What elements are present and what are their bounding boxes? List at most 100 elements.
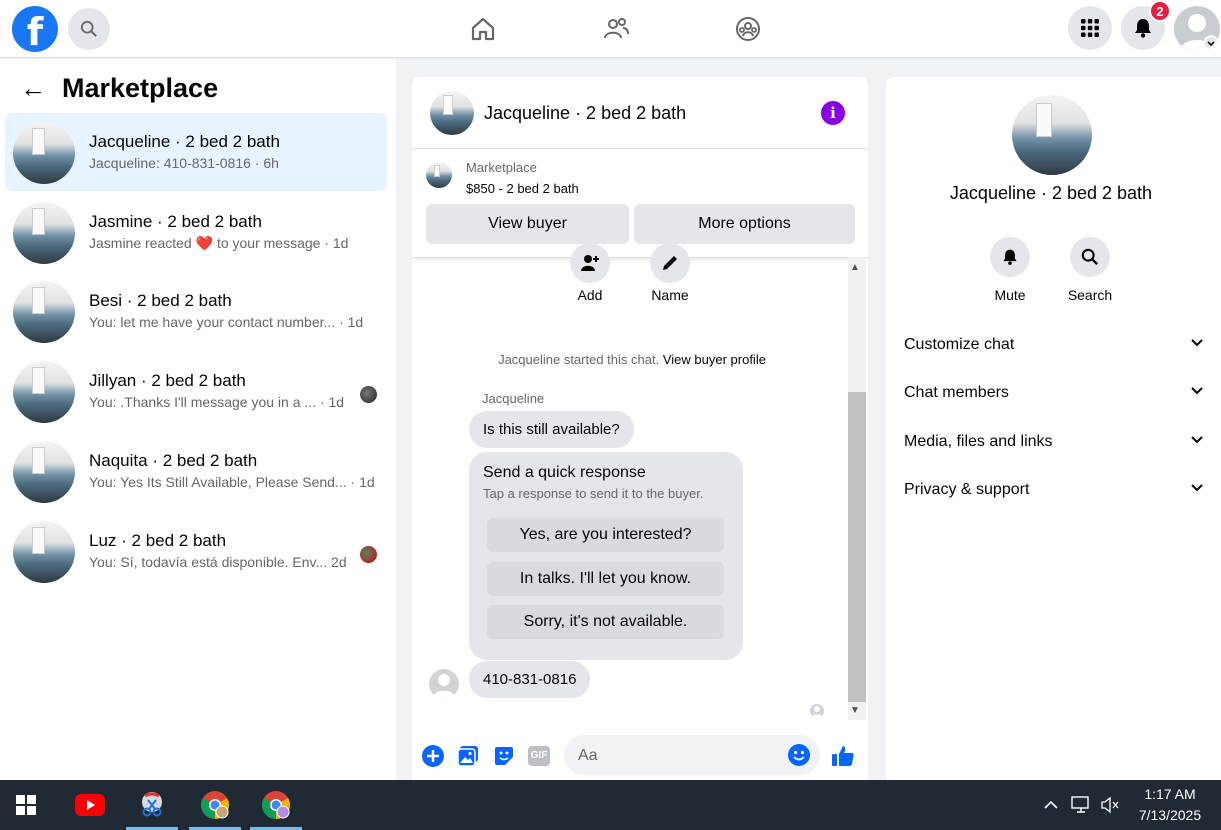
conversation-item[interactable]: Jasmine · 2 bed 2 bath Jasmine reacted ❤…	[5, 193, 387, 271]
conversation-preview: You: Sí, todavía está disponible. Env...…	[89, 554, 347, 570]
edit-name-button[interactable]	[650, 243, 690, 283]
windows-taskbar: 1:17 AM 7/13/2025	[0, 780, 1221, 830]
volume-tray-button[interactable]	[1100, 795, 1120, 815]
mute-button[interactable]	[990, 237, 1030, 277]
groups-nav-button[interactable]	[728, 10, 768, 48]
account-profile-avatar[interactable]	[1174, 6, 1220, 52]
listing-thumbnail[interactable]	[430, 91, 474, 135]
preview-text: to your message · 1d	[216, 235, 349, 251]
listing-thumbnail	[13, 281, 75, 343]
chrome-profile-taskbar-button[interactable]	[250, 780, 302, 830]
page-title: Marketplace	[62, 73, 219, 103]
sticker-icon	[495, 747, 513, 765]
quick-response-subtitle: Tap a response to send it to the buyer.	[483, 486, 704, 501]
chat-members-section[interactable]: Chat members	[904, 384, 1204, 408]
friends-nav-button[interactable]	[596, 10, 636, 48]
youtube-icon	[75, 794, 105, 816]
start-button[interactable]	[0, 780, 52, 830]
quick-response-card: Send a quick response Tap a response to …	[469, 452, 743, 660]
add-person-icon	[581, 255, 599, 271]
media-files-links-section[interactable]: Media, files and links	[904, 433, 1204, 457]
message-input-placeholder: Aa	[578, 747, 598, 764]
listing-thumbnail	[13, 521, 75, 583]
listing-thumbnail	[13, 361, 75, 423]
name-action[interactable]: Name	[640, 243, 700, 303]
conversation-name: Jasmine · 2 bed 2 bath	[89, 212, 262, 231]
pencil-icon	[663, 256, 677, 270]
youtube-taskbar-button[interactable]	[64, 780, 116, 830]
conversation-item[interactable]: Naquita · 2 bed 2 bath You: Yes Its Stil…	[5, 432, 387, 510]
read-receipt-avatar	[810, 704, 824, 718]
add-action[interactable]: Add	[560, 243, 620, 303]
search-in-chat-button[interactable]	[1070, 237, 1110, 277]
add-person-button[interactable]	[570, 243, 610, 283]
message-input[interactable]: Aa	[564, 735, 820, 775]
scroll-down-arrow-icon[interactable]: ▼	[850, 705, 860, 716]
scroll-up-arrow-icon[interactable]: ▲	[850, 262, 860, 273]
customize-chat-section[interactable]: Customize chat	[904, 336, 1204, 360]
mute-action[interactable]: Mute	[980, 237, 1040, 303]
preview-text: Jasmine reacted	[89, 235, 192, 251]
chat-details-name: Jacqueline · 2 bed 2 bath	[949, 183, 1153, 203]
friends-icon	[604, 18, 629, 39]
listing-avatar[interactable]	[1012, 95, 1092, 175]
back-arrow-icon[interactable]: ←	[20, 73, 46, 104]
chat-scrollbar-thumb[interactable]	[848, 392, 866, 702]
incoming-message-bubble: 410-831-0816	[469, 661, 591, 698]
attach-photo-button[interactable]	[456, 744, 480, 768]
snipping-tool-taskbar-button[interactable]	[126, 780, 178, 830]
search-icon	[1081, 248, 1099, 266]
quick-response-option[interactable]: Sorry, it's not available.	[487, 605, 724, 639]
listing-price-title[interactable]: $850 - 2 bed 2 bath	[466, 181, 579, 196]
photo-icon	[457, 746, 478, 767]
chevron-down-icon	[1191, 339, 1203, 347]
section-label: Privacy & support	[904, 481, 1030, 498]
search-button[interactable]	[68, 8, 110, 50]
chrome-icon	[262, 791, 290, 819]
info-icon[interactable]: i	[821, 101, 845, 125]
network-tray-button[interactable]	[1071, 795, 1091, 815]
show-hidden-icons-button[interactable]	[1041, 795, 1061, 815]
sticker-button[interactable]	[492, 744, 516, 768]
view-buyer-profile-link[interactable]: View buyer profile	[663, 352, 766, 367]
chat-title[interactable]: Jacqueline · 2 bed 2 bath	[484, 103, 686, 124]
conversation-item[interactable]: Besi · 2 bed 2 bath You: let me have you…	[5, 272, 387, 350]
gif-button[interactable]: GIF	[527, 744, 551, 768]
chrome-taskbar-button[interactable]	[189, 780, 241, 830]
system-clock[interactable]: 1:17 AM 7/13/2025	[1125, 784, 1215, 826]
sender-avatar[interactable]	[429, 669, 459, 699]
send-like-button[interactable]	[831, 744, 855, 768]
marketplace-label: Marketplace	[466, 160, 537, 175]
bell-icon	[1003, 249, 1017, 265]
incoming-message-bubble: Is this still available?	[469, 411, 634, 448]
conversation-preview: Jacqueline: 410-831-0816 · 6h	[89, 155, 279, 171]
conversation-item[interactable]: Luz · 2 bed 2 bath You: Sí, todavía está…	[5, 512, 387, 590]
view-buyer-button[interactable]: View buyer	[426, 204, 629, 244]
facebook-logo[interactable]: f	[12, 6, 58, 52]
menu-button[interactable]	[1068, 6, 1112, 50]
quick-response-option[interactable]: In talks. I'll let you know.	[487, 562, 724, 596]
default-avatar-icon	[1179, 14, 1219, 52]
conversation-item[interactable]: Jacqueline · 2 bed 2 bath Jacqueline: 41…	[5, 113, 387, 191]
privacy-support-section[interactable]: Privacy & support	[904, 481, 1204, 505]
speaker-muted-icon	[1101, 796, 1119, 814]
default-avatar-icon	[811, 706, 823, 718]
more-actions-button[interactable]	[421, 744, 445, 768]
chevron-down-icon	[1191, 387, 1203, 395]
more-options-button[interactable]: More options	[634, 204, 855, 244]
quick-response-option[interactable]: Yes, are you interested?	[487, 518, 724, 552]
section-label: Media, files and links	[904, 433, 1053, 450]
home-nav-button[interactable]	[463, 10, 503, 48]
chevron-up-icon	[1044, 800, 1058, 809]
search-action[interactable]: Search	[1060, 237, 1120, 303]
system-message-text: Jacqueline started this chat.	[498, 352, 660, 367]
search-label: Search	[1067, 287, 1113, 303]
home-icon	[471, 17, 495, 41]
conversation-item[interactable]: Jillyan · 2 bed 2 bath You: .Thanks I'll…	[5, 352, 387, 430]
conversation-name: Naquita · 2 bed 2 bath	[89, 451, 258, 470]
message-composer: GIF Aa	[412, 732, 868, 780]
quick-response-title: Send a quick response	[483, 464, 646, 481]
conversation-preview: You: Yes Its Still Available, Please Sen…	[89, 474, 375, 490]
emoji-icon[interactable]	[788, 744, 810, 766]
seen-avatar-icon	[360, 546, 377, 563]
